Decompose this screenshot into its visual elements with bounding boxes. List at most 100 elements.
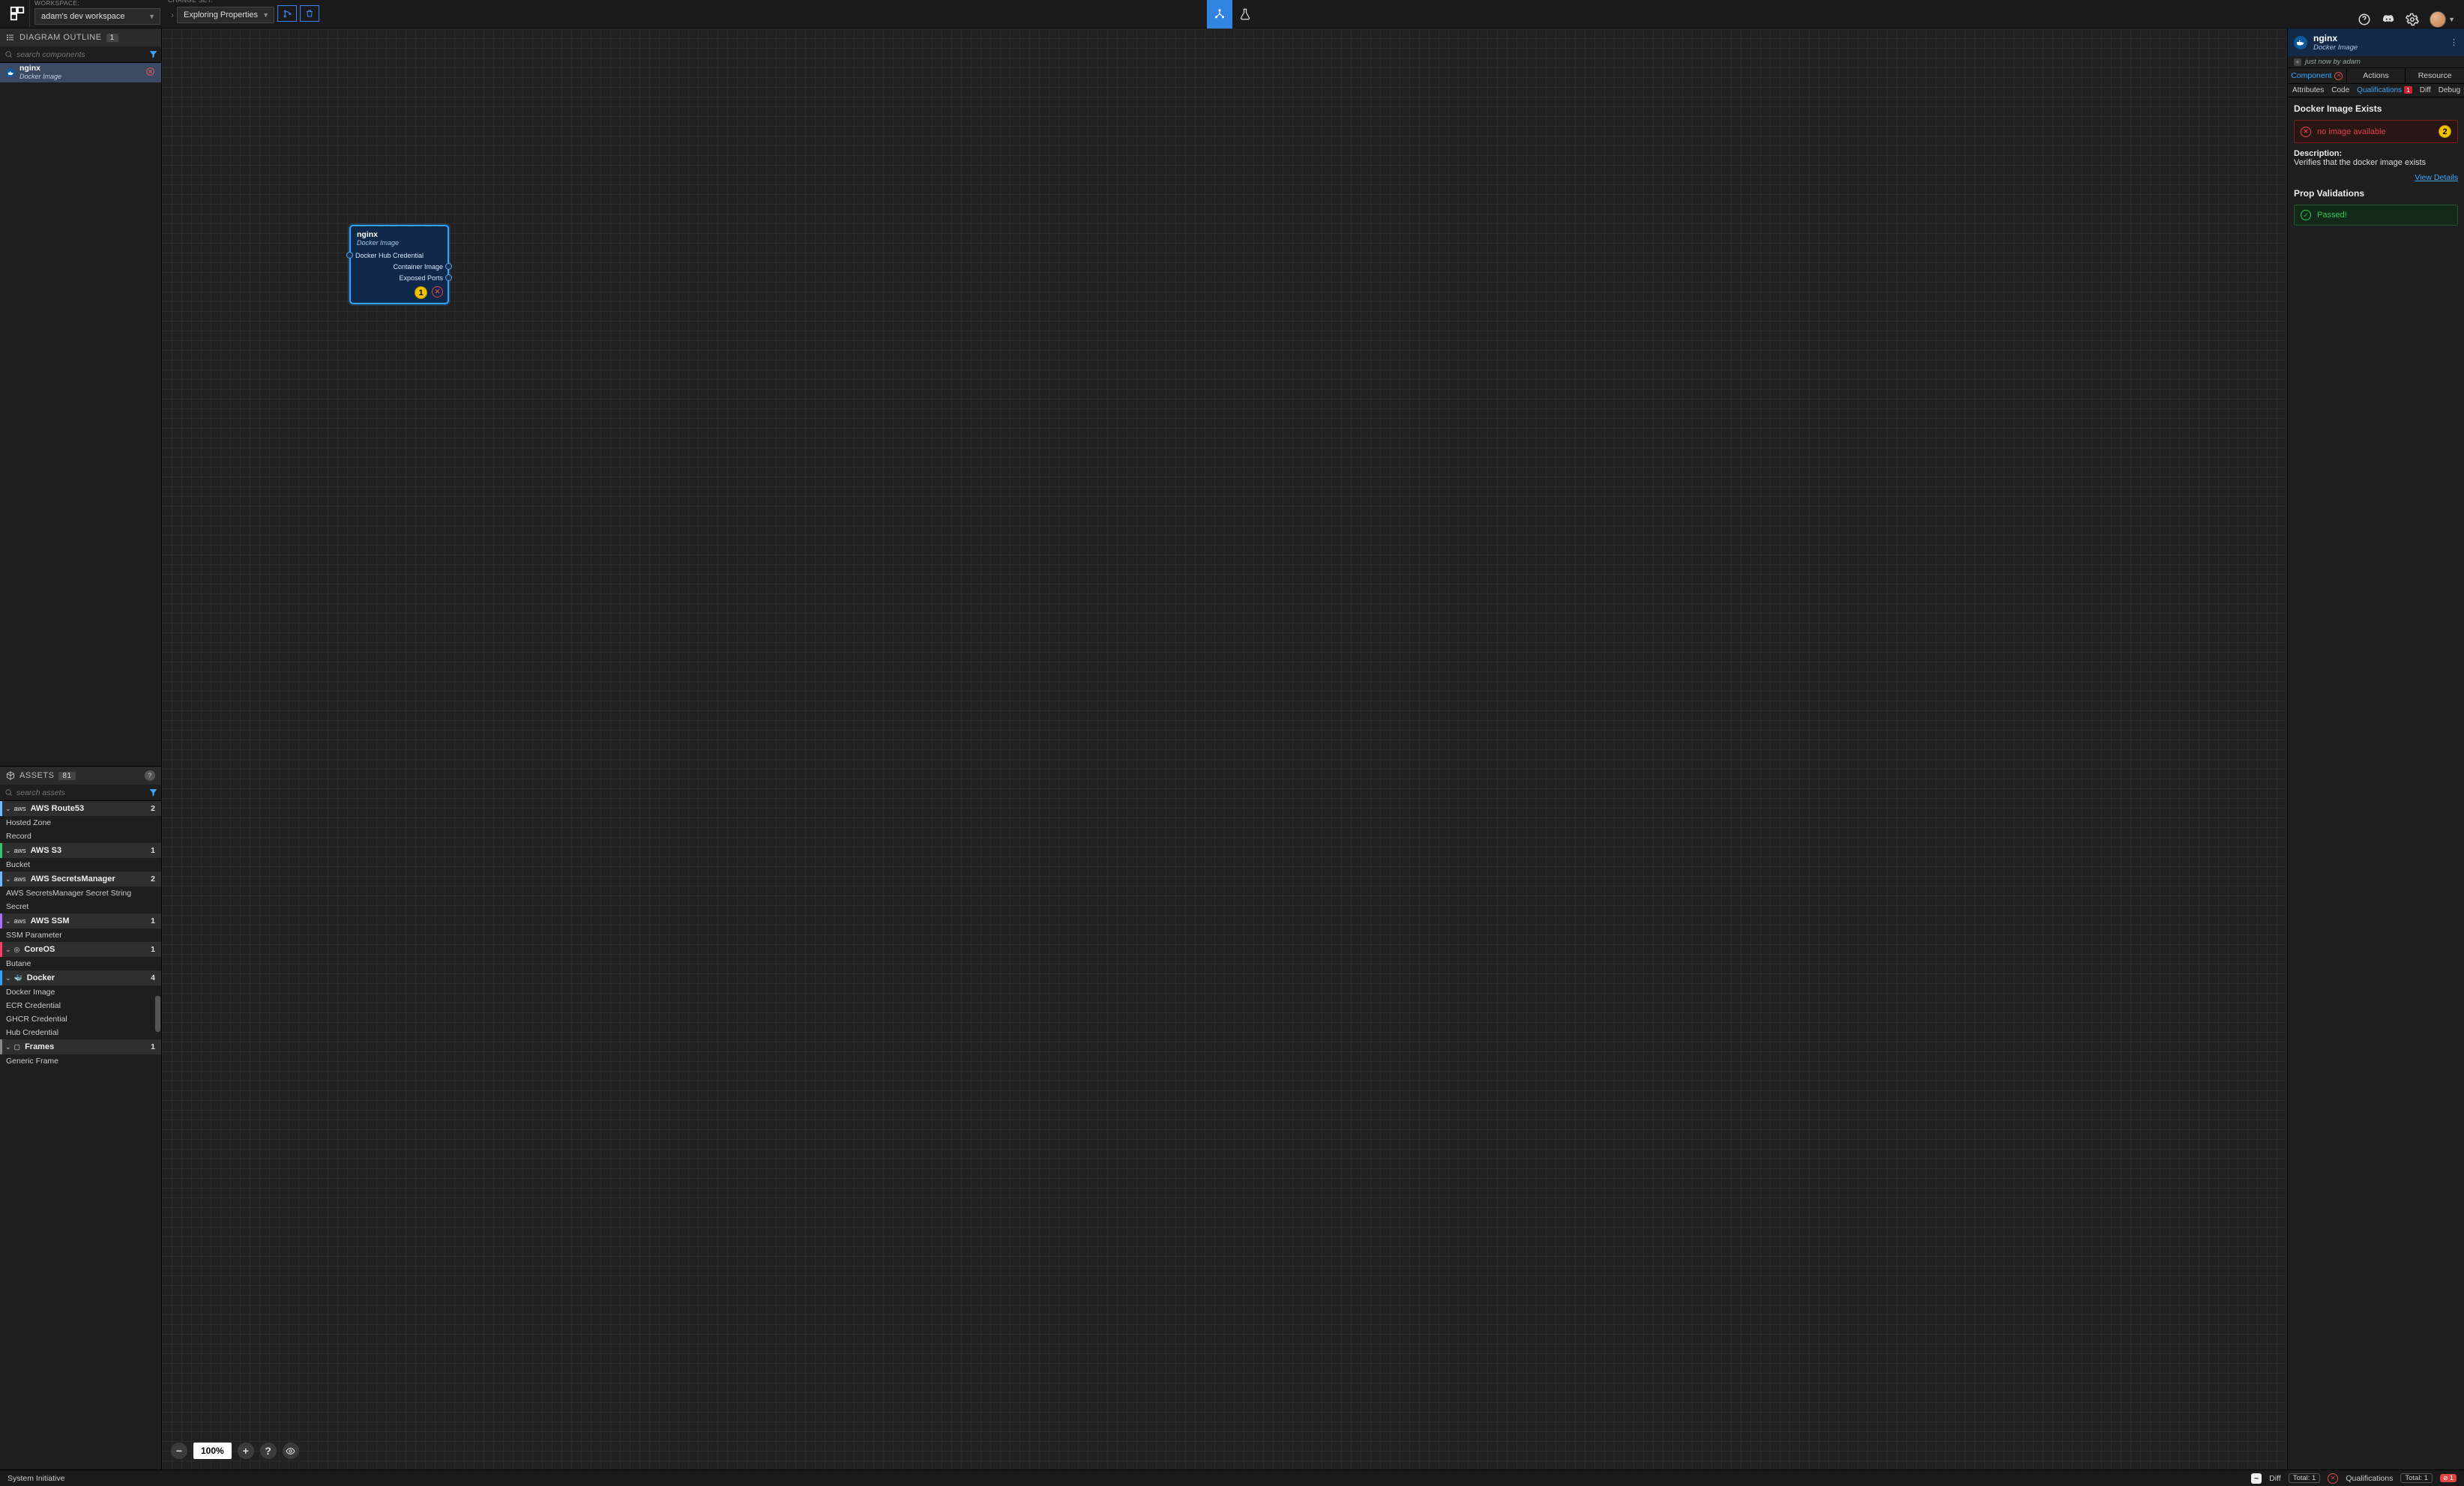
category-name: AWS SSM <box>31 916 70 925</box>
details-header: nginx Docker Image ⋮ <box>2288 28 2464 56</box>
outline-item-nginx[interactable]: nginx Docker Image <box>0 63 161 82</box>
subtab-qualifications[interactable]: Qualifications1 <box>2357 86 2412 94</box>
qual-label[interactable]: Qualifications <box>2346 1474 2393 1483</box>
detail-tabs-secondary: Attributes Code Qualifications1 Diff Deb… <box>2288 84 2464 97</box>
diff-total: Total: 1 <box>2289 1473 2321 1483</box>
docker-icon <box>6 68 15 77</box>
zoom-in-button[interactable]: + <box>238 1443 254 1459</box>
asset-item[interactable]: Hosted Zone <box>0 816 161 830</box>
category-count: 2 <box>151 804 155 813</box>
subtab-debug[interactable]: Debug <box>2439 86 2460 94</box>
chevron-down-icon: ⌄ <box>5 1043 11 1051</box>
asset-item[interactable]: Secret <box>0 900 161 913</box>
category-name: AWS S3 <box>31 846 62 855</box>
chevron-down-icon: ⌄ <box>5 946 11 954</box>
outline-title: DIAGRAM OUTLINE <box>19 33 102 42</box>
diff-indicator-icon[interactable]: ~ <box>2251 1473 2262 1484</box>
outline-search-input[interactable] <box>0 46 145 62</box>
changeset-dropdown[interactable]: Exploring Properties ▼ <box>177 7 274 23</box>
cube-icon <box>6 771 15 780</box>
qualification-error-card: ✕ no image available 2 <box>2294 120 2458 143</box>
settings-icon[interactable] <box>2406 13 2419 26</box>
qual-error-icon[interactable]: ✕ <box>2328 1473 2338 1484</box>
asset-item[interactable]: GHCR Credential <box>0 1012 161 1026</box>
subtab-code[interactable]: Code <box>2331 86 2349 94</box>
asset-item[interactable]: Docker Image <box>0 985 161 999</box>
help-icon[interactable] <box>2358 13 2371 26</box>
chevron-down-icon: ▼ <box>262 11 269 19</box>
assets-title: ASSETS <box>19 771 54 780</box>
canvas[interactable]: nginx Docker Image Docker Hub Credential… <box>162 28 2287 1470</box>
asset-item[interactable]: SSM Parameter <box>0 928 161 942</box>
assets-count: 81 <box>58 772 75 780</box>
asset-item[interactable]: Record <box>0 830 161 843</box>
help-icon[interactable]: ? <box>145 770 155 781</box>
canvas-help-button[interactable]: ? <box>260 1443 277 1459</box>
asset-item[interactable]: Bucket <box>0 858 161 872</box>
more-icon[interactable]: ⋮ <box>2450 37 2458 47</box>
assets-header: ASSETS 81 ? <box>0 767 161 785</box>
category-count: 1 <box>151 1042 155 1051</box>
chevron-down-icon: ▼ <box>148 13 155 20</box>
chevron-down-icon: ⌄ <box>5 847 11 855</box>
tab-component[interactable]: Component✕ <box>2288 68 2347 83</box>
tab-model[interactable] <box>1207 0 1232 28</box>
asset-item[interactable]: Generic Frame <box>0 1054 161 1068</box>
asset-category[interactable]: ⌄ aws AWS SSM 1 <box>0 913 161 928</box>
provider-icon: aws <box>14 917 26 925</box>
category-count: 1 <box>151 846 155 855</box>
asset-item[interactable]: AWS SecretsManager Secret String <box>0 887 161 900</box>
passed-message: Passed! <box>2317 211 2347 220</box>
asset-category[interactable]: ⌄ ◎ CoreOS 1 <box>0 942 161 957</box>
asset-item[interactable]: Butane <box>0 957 161 970</box>
asset-item[interactable]: ECR Credential <box>0 999 161 1012</box>
tab-lab[interactable] <box>1232 0 1258 28</box>
user-menu[interactable]: ▼ <box>2430 11 2455 28</box>
diff-label[interactable]: Diff <box>2269 1474 2281 1483</box>
qual-warn-badge[interactable]: ⊘1 <box>2440 1474 2457 1482</box>
avatar <box>2430 11 2446 28</box>
tab-resource[interactable]: Resource <box>2406 68 2464 83</box>
category-name: AWS Route53 <box>31 804 85 813</box>
scrollbar-thumb[interactable] <box>155 996 160 1032</box>
asset-category[interactable]: ⌄ 🐳 Docker 4 <box>0 970 161 985</box>
app-logo[interactable] <box>4 0 30 28</box>
chevron-down-icon: ⌄ <box>5 917 11 925</box>
asset-category[interactable]: ⌄ aws AWS S3 1 <box>0 843 161 858</box>
asset-category[interactable]: ⌄ aws AWS SecretsManager 2 <box>0 872 161 887</box>
filter-button[interactable] <box>145 46 161 63</box>
detail-tabs-primary: Component✕ Actions Resource <box>2288 68 2464 84</box>
view-details-link[interactable]: View Details <box>2294 173 2458 182</box>
topbar: WORKSPACE: adam's dev workspace ▼ CHANGE… <box>0 0 2464 28</box>
port-label: Exposed Ports <box>399 274 443 282</box>
changeset-label: CHANGE SET: <box>168 0 319 4</box>
subtab-attributes[interactable]: Attributes <box>2292 86 2324 94</box>
view-toggle-button[interactable] <box>283 1443 299 1459</box>
output-port[interactable] <box>445 263 452 270</box>
asset-category[interactable]: ⌄ ▢ Frames 1 <box>0 1039 161 1054</box>
chevron-down-icon: ▼ <box>2448 16 2455 23</box>
assets-search-input[interactable] <box>0 785 145 800</box>
qual-total: Total: 1 <box>2400 1473 2433 1483</box>
output-port[interactable] <box>445 274 452 281</box>
workspace-value: adam's dev workspace <box>41 12 125 21</box>
input-port[interactable] <box>346 252 353 259</box>
node-name: nginx <box>357 230 442 239</box>
merge-button[interactable] <box>277 5 297 22</box>
asset-item[interactable]: Hub Credential <box>0 1026 161 1039</box>
category-count: 1 <box>151 945 155 954</box>
provider-icon: ◎ <box>14 946 20 954</box>
delete-changeset-button[interactable] <box>300 5 319 22</box>
subtab-diff[interactable]: Diff <box>2420 86 2431 94</box>
zoom-out-button[interactable]: − <box>171 1443 187 1459</box>
asset-category[interactable]: ⌄ aws AWS Route53 2 <box>0 801 161 816</box>
error-badge-icon: ✕ <box>432 286 443 297</box>
tab-actions[interactable]: Actions <box>2347 68 2406 83</box>
zoom-level[interactable]: 100% <box>193 1443 232 1459</box>
filter-button[interactable] <box>145 785 161 801</box>
workspace-dropdown[interactable]: adam's dev workspace ▼ <box>34 8 160 25</box>
chevron-down-icon: ⌄ <box>5 805 11 813</box>
discord-icon[interactable] <box>2382 13 2395 26</box>
node-nginx[interactable]: nginx Docker Image Docker Hub Credential… <box>349 225 449 304</box>
plus-icon: + <box>2294 58 2301 66</box>
